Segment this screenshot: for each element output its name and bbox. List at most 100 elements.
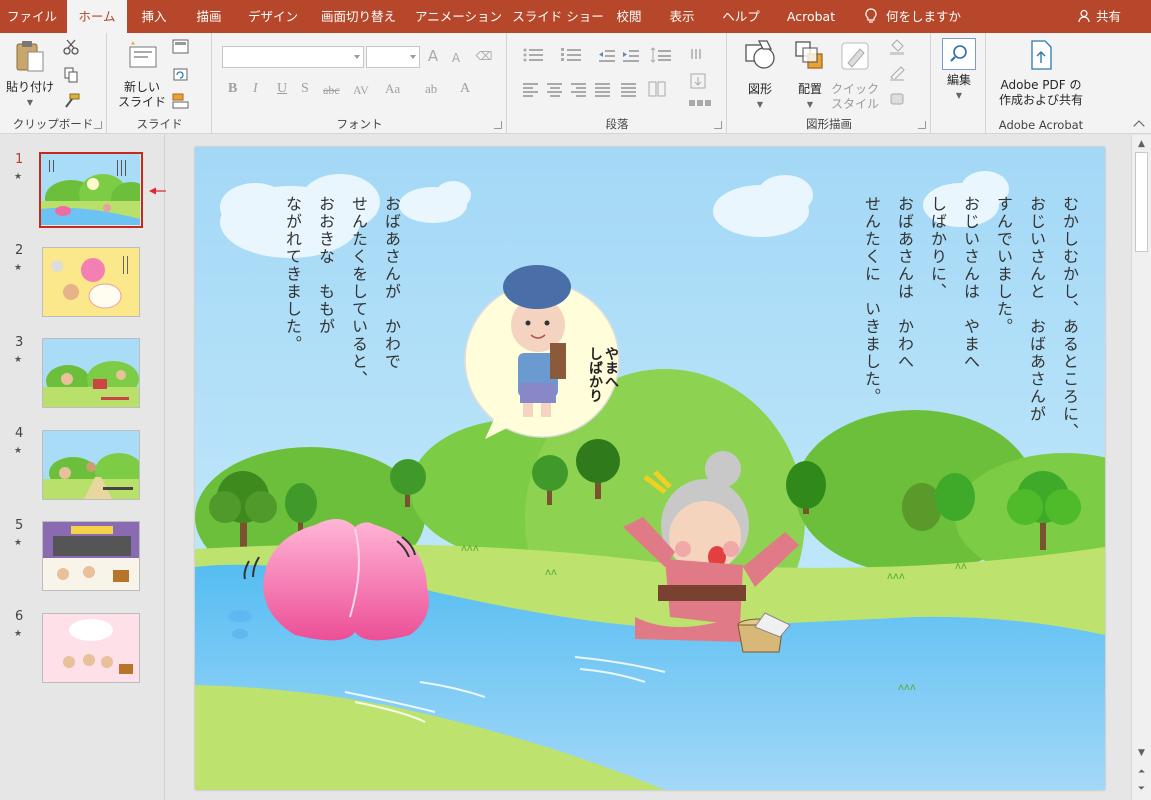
highlight-icon[interactable]: ab	[425, 81, 437, 97]
numbering-icon[interactable]	[560, 47, 584, 63]
scrollbar-thumb[interactable]	[1135, 152, 1148, 252]
font-launcher-icon[interactable]	[494, 121, 502, 129]
quick-styles-icon	[841, 42, 869, 70]
text-direction-icon[interactable]	[688, 47, 712, 63]
font-size-combo[interactable]	[366, 46, 420, 68]
underline-icon[interactable]: U	[277, 81, 287, 97]
reset-icon[interactable]	[172, 67, 190, 83]
tab-help[interactable]: ヘルプ	[716, 0, 766, 33]
justify-icon[interactable]	[594, 81, 612, 97]
new-slide-button[interactable]: 新しい スライド	[114, 39, 170, 110]
arrange-button[interactable]: 配置 ▼	[786, 39, 834, 112]
animation-star-icon: ★	[14, 629, 23, 639]
font-name-combo[interactable]	[222, 46, 364, 68]
tab-home[interactable]: ホーム	[67, 0, 127, 33]
align-text-icon[interactable]	[688, 73, 712, 89]
tab-draw[interactable]: 描画	[185, 0, 233, 33]
paste-label: 貼り付け	[6, 80, 55, 94]
smartart-icon[interactable]	[688, 95, 712, 111]
quick-styles-label-1: クイック	[830, 82, 879, 96]
columns-icon[interactable]	[648, 81, 666, 97]
font-color-icon[interactable]: A	[460, 81, 470, 97]
decrease-indent-icon[interactable]	[598, 47, 616, 63]
new-slide-icon	[129, 41, 157, 68]
scroll-up-icon[interactable]: ▲	[1134, 137, 1149, 152]
editing-button[interactable]: 編集 ▼	[941, 38, 977, 103]
tab-review[interactable]: 校閲	[610, 0, 648, 33]
chevron-down-icon: ▼	[756, 100, 764, 109]
thumbnail-picture	[43, 248, 139, 316]
collapse-ribbon-icon[interactable]	[1133, 120, 1145, 132]
format-painter-icon[interactable]	[62, 93, 80, 109]
svg-text:ᴧᴧᴧ: ᴧᴧᴧ	[461, 543, 479, 554]
previous-slide-icon[interactable]: ⏶	[1134, 765, 1149, 780]
drawing-launcher-icon[interactable]	[918, 121, 926, 129]
create-pdf-button[interactable]: Adobe PDF の 作成および共有	[991, 39, 1091, 108]
copy-icon[interactable]	[62, 67, 80, 83]
animation-star-icon: ★	[14, 538, 23, 548]
tab-animations[interactable]: アニメーション	[412, 0, 505, 33]
font-shrink-icon[interactable]: A	[447, 50, 465, 66]
paste-button[interactable]: 貼り付け ▼	[6, 39, 54, 110]
slide-thumbnail-1[interactable]	[39, 152, 143, 228]
layout-icon[interactable]	[172, 39, 196, 55]
share-button[interactable]: 共有	[1078, 0, 1121, 33]
slide-thumbnail-5[interactable]	[42, 521, 140, 591]
bold-icon[interactable]: B	[228, 81, 237, 97]
svg-text:ᴧᴧᴧ: ᴧᴧᴧ	[898, 682, 916, 693]
bullets-icon[interactable]	[522, 47, 546, 63]
shape-fill-icon[interactable]	[888, 39, 910, 55]
animation-star-icon: ★	[14, 172, 23, 182]
chevron-down-icon: ▼	[955, 91, 963, 100]
italic-icon[interactable]: I	[253, 81, 258, 97]
cut-icon[interactable]	[62, 39, 80, 55]
scroll-down-icon[interactable]: ▼	[1134, 746, 1149, 761]
tab-file[interactable]: ファイル	[0, 0, 64, 33]
align-center-icon[interactable]	[546, 81, 564, 97]
paste-icon	[16, 41, 44, 72]
shadow-icon[interactable]: S	[301, 81, 309, 97]
create-pdf-label-2: 作成および共有	[998, 93, 1083, 107]
magnifier-icon	[950, 45, 967, 62]
tab-transitions[interactable]: 画面切り替え	[311, 0, 406, 33]
slide-thumbnail-4[interactable]	[42, 430, 140, 500]
align-right-icon[interactable]	[570, 81, 588, 97]
editing-group: 編集 ▼	[932, 33, 986, 134]
increase-indent-icon[interactable]	[622, 47, 640, 63]
story-line: おばあさんが かわで	[382, 195, 401, 371]
paragraph-launcher-icon[interactable]	[714, 121, 722, 129]
shape-effects-icon[interactable]	[888, 91, 910, 107]
slide-thumbnail-2[interactable]	[42, 247, 140, 317]
strikethrough-icon[interactable]: abc	[323, 83, 340, 98]
tell-me-search[interactable]: 何をしますか	[864, 0, 961, 33]
vertical-scrollbar[interactable]: ▲ ▼ ⏶ ⏷	[1131, 135, 1151, 800]
char-spacing-icon[interactable]: AV	[353, 83, 369, 98]
clipboard-group: 貼り付け ▼ クリップボード	[0, 33, 107, 134]
animation-star-icon: ★	[14, 263, 23, 273]
tab-view[interactable]: 表示	[663, 0, 701, 33]
tab-slideshow[interactable]: スライド ショー	[510, 0, 606, 33]
distributed-icon[interactable]	[620, 81, 638, 97]
create-pdf-label-1: Adobe PDF の	[1000, 78, 1082, 92]
tab-design[interactable]: デザイン	[240, 0, 306, 33]
next-slide-icon[interactable]: ⏷	[1134, 782, 1149, 797]
slide-number: 2	[15, 243, 24, 258]
clipboard-launcher-icon[interactable]	[94, 121, 102, 129]
change-case-icon[interactable]: Aa	[385, 81, 400, 97]
align-left-icon[interactable]	[522, 81, 540, 97]
story-line: おばあさんは かわへ	[895, 195, 914, 371]
thumbnail-picture	[41, 154, 141, 225]
quick-styles-button[interactable]: クイック スタイル	[828, 39, 882, 112]
section-icon[interactable]	[172, 93, 196, 109]
tab-acrobat[interactable]: Acrobat	[781, 0, 841, 33]
slide-thumbnail-6[interactable]	[42, 613, 140, 683]
line-spacing-icon[interactable]	[650, 47, 674, 63]
shape-outline-icon[interactable]	[888, 65, 910, 81]
tab-insert[interactable]: 挿入	[130, 0, 178, 33]
editing-label: 編集	[946, 73, 971, 87]
font-grow-icon[interactable]: A	[424, 48, 442, 64]
clear-format-icon[interactable]: ⌫	[475, 48, 493, 64]
main-slide[interactable]: ᴧᴧᴧ ᴧᴧ ᴧᴧᴧ ᴧᴧ ᴧᴧᴧ むかしむかし、あるところに、 おじいさんと …	[195, 147, 1105, 790]
shapes-button[interactable]: 図形 ▼	[736, 39, 784, 112]
slide-thumbnail-3[interactable]	[42, 338, 140, 408]
